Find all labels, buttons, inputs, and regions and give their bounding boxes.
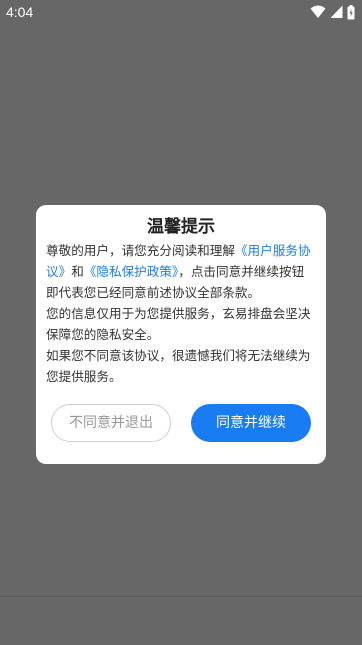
- bottom-divider: [0, 596, 362, 597]
- agreement-paragraph: 尊敬的用户，请您充分阅读和理解《用户服务协议》和《隐私保护政策》，点击同意并继续…: [46, 240, 316, 303]
- battery-icon: [347, 4, 355, 20]
- agreement-text-and: 和: [71, 264, 84, 279]
- status-time: 4:04: [6, 4, 34, 20]
- wifi-icon: [310, 5, 326, 19]
- privacy-policy-link[interactable]: 《隐私保护政策》: [84, 264, 178, 279]
- agreement-text-before: 尊敬的用户，请您充分阅读和理解: [46, 243, 235, 258]
- dialog-body: 尊敬的用户，请您充分阅读和理解《用户服务协议》和《隐私保护政策》，点击同意并继续…: [46, 240, 316, 387]
- signal-icon: [330, 5, 343, 19]
- status-bar: 4:04: [0, 0, 362, 24]
- status-icons: [310, 4, 355, 20]
- privacy-info-paragraph: 您的信息仅用于为您提供服务，玄易排盘会坚决保障您的隐私安全。: [46, 306, 311, 342]
- privacy-dialog: 温馨提示 尊敬的用户，请您充分阅读和理解《用户服务协议》和《隐私保护政策》，点击…: [36, 205, 326, 464]
- disagree-notice-paragraph: 如果您不同意该协议，很遗憾我们将无法继续为您提供服务。: [46, 348, 311, 384]
- decline-exit-button[interactable]: 不同意并退出: [51, 404, 171, 442]
- accept-continue-button[interactable]: 同意并继续: [191, 404, 311, 442]
- dialog-title: 温馨提示: [147, 217, 215, 237]
